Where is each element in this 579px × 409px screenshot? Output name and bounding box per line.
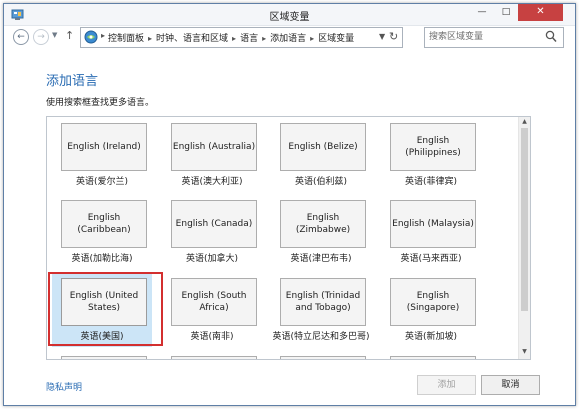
language-tile-button[interactable] — [280, 356, 366, 359]
breadcrumb-separator-icon: ▸ — [101, 31, 106, 40]
language-tile-caption: 英语(特立尼达和多巴哥) — [272, 332, 370, 342]
language-tile-button[interactable]: English (Philippines) — [390, 123, 476, 171]
language-tile-button[interactable]: English (Singapore) — [390, 278, 476, 326]
language-tile-button[interactable]: English (Australia) — [171, 123, 257, 171]
privacy-statement-link[interactable]: 隐私声明 — [46, 380, 82, 393]
add-button[interactable]: 添加 — [417, 375, 476, 395]
list-item[interactable]: English (Ireland) 英语(爱尔兰) — [52, 118, 152, 192]
list-item[interactable]: English (Zimbabwe) 英语(津巴布韦) — [271, 195, 371, 269]
navigation-bar: ← → ▼ ↑ ▸ 控制面板 ▸ 时钟、语言和区域 ▸ 语言 ▸ 添加语言 ▸ 区域变量 ▼ ↻ — [4, 26, 575, 48]
forward-arrow-icon[interactable]: → — [33, 29, 49, 45]
list-item-partial[interactable] — [52, 351, 152, 359]
list-item-partial[interactable] — [271, 351, 371, 359]
scroll-down-icon[interactable]: ▼ — [519, 348, 530, 355]
cancel-button[interactable]: 取消 — [481, 375, 540, 395]
list-item-partial[interactable] — [381, 351, 481, 359]
list-item-partial[interactable] — [162, 351, 262, 359]
list-item[interactable]: English (Caribbean) 英语(加勒比海) — [52, 195, 152, 269]
language-variant-list[interactable]: English (Ireland) 英语(爱尔兰) English (Austr… — [46, 116, 531, 360]
language-tile-button[interactable]: English (Caribbean) — [61, 200, 147, 248]
language-tile-caption: 英语(加拿大) — [185, 254, 239, 264]
title-bar: 区域变量 — □ ✕ — [4, 4, 575, 26]
region-variant-window: 区域变量 — □ ✕ ← → ▼ ↑ ▸ 控制面板 ▸ 时钟、语言和区域 ▸ 语言 ▸ 添加… — [3, 3, 576, 406]
maximize-button[interactable]: □ — [494, 4, 518, 21]
page-subtitle: 使用搜索框查找更多语言。 — [46, 98, 155, 108]
language-tile-button[interactable]: English (Canada) — [171, 200, 257, 248]
language-tile-caption: 英语(菲律宾) — [404, 177, 458, 187]
close-button[interactable]: ✕ — [518, 4, 563, 21]
breadcrumb-separator-icon: ▸ — [148, 34, 153, 43]
breadcrumb-item[interactable]: 添加语言 — [270, 34, 306, 44]
language-tile-button[interactable]: English (Belize) — [280, 123, 366, 171]
list-item[interactable]: English (Trinidad and Tobago) 英语(特立尼达和多巴… — [271, 273, 371, 347]
list-item[interactable]: English (South Africa) 英语(南非) — [162, 273, 262, 347]
history-dropdown-icon[interactable]: ▼ — [52, 31, 57, 39]
language-tile-button[interactable] — [61, 356, 147, 359]
vertical-scrollbar[interactable]: ▲ ▼ — [518, 117, 530, 359]
search-box[interactable] — [424, 27, 564, 48]
language-tile-button[interactable] — [390, 356, 476, 359]
list-item[interactable]: English (Australia) 英语(澳大利亚) — [162, 118, 262, 192]
breadcrumb-separator-icon: ▸ — [232, 34, 237, 43]
language-tile-caption: 英语(伯利兹) — [294, 177, 348, 187]
list-item[interactable]: English (Canada) 英语(加拿大) — [162, 195, 262, 269]
breadcrumb: 控制面板 ▸ 时钟、语言和区域 ▸ 语言 ▸ 添加语言 ▸ 区域变量 — [108, 31, 354, 44]
language-tile-button[interactable]: English (Malaysia) — [390, 200, 476, 248]
scrollbar-thumb[interactable] — [521, 128, 528, 311]
breadcrumb-separator-icon: ▸ — [262, 34, 267, 43]
language-tile-button[interactable] — [171, 356, 257, 359]
list-item[interactable]: English (Malaysia) 英语(马来西亚) — [381, 195, 481, 269]
back-arrow-icon[interactable]: ← — [13, 29, 29, 45]
up-arrow-icon[interactable]: ↑ — [65, 29, 74, 42]
language-tile-button[interactable]: English (Ireland) — [61, 123, 147, 171]
language-tile-button[interactable]: English (Trinidad and Tobago) — [280, 278, 366, 326]
list-item[interactable]: English (Singapore) 英语(新加坡) — [381, 273, 481, 347]
control-panel-icon — [84, 30, 98, 44]
language-tile-caption: 英语(马来西亚) — [400, 254, 462, 264]
language-tile-caption: 英语(加勒比海) — [71, 254, 133, 264]
breadcrumb-item[interactable]: 语言 — [240, 34, 258, 44]
language-tile-button[interactable]: English (Zimbabwe) — [280, 200, 366, 248]
refresh-icon[interactable]: ↻ — [389, 30, 398, 43]
selection-highlight-box — [48, 272, 163, 346]
scroll-up-icon[interactable]: ▲ — [519, 118, 530, 125]
search-input[interactable] — [429, 30, 541, 44]
search-icon[interactable] — [545, 30, 557, 43]
minimize-button[interactable]: — — [470, 4, 494, 21]
list-item[interactable]: English (Belize) 英语(伯利兹) — [271, 118, 371, 192]
list-item[interactable]: English (Philippines) 英语(菲律宾) — [381, 118, 481, 192]
language-tile-caption: 英语(津巴布韦) — [290, 254, 352, 264]
breadcrumb-separator-icon: ▸ — [310, 34, 315, 43]
address-bar[interactable]: ▸ 控制面板 ▸ 时钟、语言和区域 ▸ 语言 ▸ 添加语言 ▸ 区域变量 ▼ ↻ — [80, 27, 403, 48]
language-tile-caption: 英语(澳大利亚) — [181, 177, 243, 187]
breadcrumb-item[interactable]: 时钟、语言和区域 — [156, 34, 228, 44]
language-tile-caption: 英语(南非) — [190, 332, 234, 342]
language-tile-button[interactable]: English (South Africa) — [171, 278, 257, 326]
page-title: 添加语言 — [46, 74, 99, 89]
breadcrumb-item[interactable]: 区域变量 — [318, 34, 354, 44]
breadcrumb-item[interactable]: 控制面板 — [108, 34, 144, 44]
language-tile-caption: 英语(爱尔兰) — [75, 177, 129, 187]
address-dropdown-icon[interactable]: ▼ — [379, 32, 385, 41]
language-tile-caption: 英语(新加坡) — [404, 332, 458, 342]
